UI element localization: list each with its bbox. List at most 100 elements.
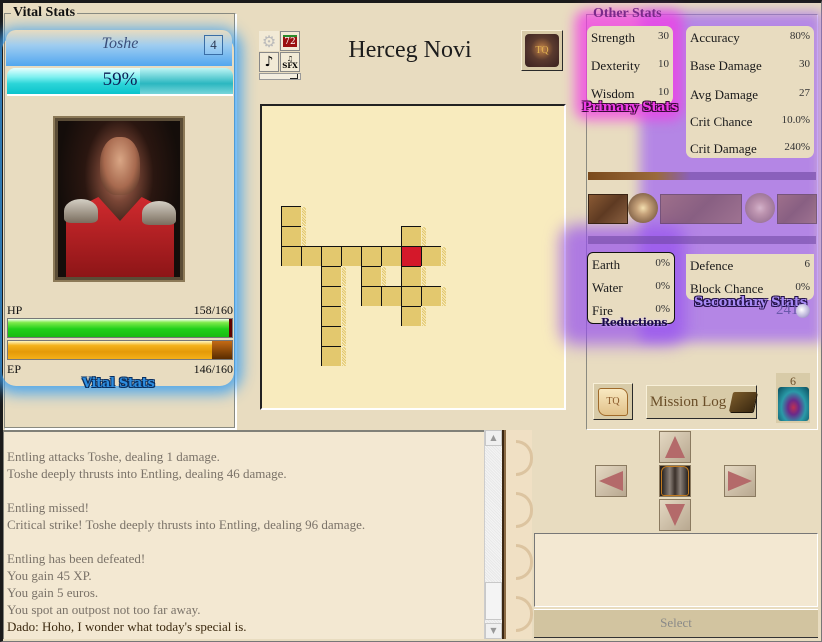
stat-value: 0% xyxy=(655,280,670,292)
potion-slot[interactable]: 6 xyxy=(776,373,810,423)
log-spacer xyxy=(7,533,481,550)
primary-stats-card: Strength 30 Dexterity 10 Wisdom 10 xyxy=(587,26,673,104)
map-cell xyxy=(281,206,306,226)
log-line: You gain 45 XP. xyxy=(7,568,92,583)
location-title: Herceg Novi xyxy=(348,37,472,63)
stat-strength: Strength 30 xyxy=(591,30,669,46)
equipment-button[interactable] xyxy=(659,465,691,497)
stat-accuracy: Accuracy 80% xyxy=(690,30,810,46)
map-cell xyxy=(381,286,406,306)
log-line: Entling attacks Toshe, dealing 1 damage. xyxy=(7,449,220,464)
coin-icon xyxy=(796,304,810,318)
ep-label: EP xyxy=(7,362,22,376)
quest-journal-button[interactable]: TQ xyxy=(521,30,563,71)
stat-value: 240% xyxy=(784,141,810,153)
xp-bar: 59% xyxy=(7,68,233,96)
map-cell xyxy=(281,246,306,266)
character-name: Toshe xyxy=(101,35,139,52)
potion-icon xyxy=(778,387,809,421)
arrow-left-icon xyxy=(599,471,623,491)
volume-slider-handle[interactable] xyxy=(290,74,298,79)
hp-value: 158/160 xyxy=(193,303,233,317)
move-east-button[interactable] xyxy=(724,465,756,497)
map-cell xyxy=(361,286,386,306)
map-cell xyxy=(401,286,426,306)
stat-crit-chance: Crit Chance 10.0% xyxy=(690,114,810,130)
log-scrollbar[interactable]: ▲ ▼ xyxy=(484,430,502,639)
sfx-toggle[interactable]: ♫ SFX xyxy=(280,52,300,72)
stat-value: 80% xyxy=(789,30,810,42)
stat-label: Crit Damage xyxy=(690,141,757,156)
stat-value: 10 xyxy=(658,58,669,70)
log-spacer xyxy=(7,482,481,499)
map-cell xyxy=(321,246,346,266)
map-cell xyxy=(321,266,346,286)
stat-label: Water xyxy=(592,280,623,295)
arrow-up-icon xyxy=(665,436,685,458)
ornament-tile xyxy=(588,194,628,224)
vital-stats-tag: Vital Stats xyxy=(82,376,155,391)
combat-log[interactable]: Entling attacks Toshe, dealing 1 damage.… xyxy=(3,430,484,639)
reductions-tag: Reductions xyxy=(601,316,668,329)
stat-label: Dexterity xyxy=(591,58,641,73)
ep-value: 146/160 xyxy=(193,362,233,376)
ep-bar xyxy=(7,340,233,360)
vital-stats-legend: Vital Stats xyxy=(11,5,78,21)
map-cell xyxy=(421,286,446,306)
medallion-icon xyxy=(628,193,658,223)
log-line: Critical strike! Toshe deeply thrusts in… xyxy=(7,517,366,532)
move-south-button[interactable] xyxy=(659,499,691,531)
map-cell xyxy=(361,266,386,286)
map-cell xyxy=(341,246,366,266)
stat-label: Earth xyxy=(592,257,621,272)
minimap[interactable] xyxy=(260,104,566,410)
map-cell xyxy=(381,246,406,266)
medallion-icon xyxy=(745,193,775,223)
stat-value: 10.0% xyxy=(781,114,810,126)
arrow-right-icon xyxy=(728,471,752,491)
arrow-down-icon xyxy=(665,504,685,526)
stat-water: Water 0% xyxy=(592,280,670,296)
stat-label: Crit Chance xyxy=(690,114,753,129)
log-line: Entling has been defeated! xyxy=(7,551,146,566)
scroll-down-button[interactable]: ▼ xyxy=(485,623,502,639)
log-line: Entling missed! xyxy=(7,500,89,515)
selection-list[interactable] xyxy=(534,533,818,607)
stat-value: 0% xyxy=(655,257,670,269)
stat-label: Defence xyxy=(690,258,734,273)
stat-value: 27 xyxy=(799,87,810,99)
move-west-button[interactable] xyxy=(595,465,627,497)
hp-label: HP xyxy=(7,303,23,317)
stat-crit-damage: Crit Damage 240% xyxy=(690,141,810,157)
stat-label: Strength xyxy=(591,30,636,45)
ornament-divider xyxy=(588,236,816,244)
mission-log-button[interactable]: Mission Log xyxy=(646,385,758,419)
map-cell xyxy=(401,306,426,326)
character-portrait[interactable] xyxy=(53,116,185,282)
armor-icon xyxy=(661,466,689,496)
log-line-dialogue: Dado: Hoho, I wonder what today's specia… xyxy=(7,619,247,634)
map-cell xyxy=(321,306,346,326)
stat-avg-damage: Avg Damage 27 xyxy=(690,87,810,103)
quest-scroll-button[interactable]: TQ xyxy=(593,383,633,420)
book-icon xyxy=(729,392,758,412)
ornament-divider xyxy=(588,172,816,180)
volume-slider[interactable] xyxy=(259,73,301,80)
stat-value: 30 xyxy=(799,58,810,70)
day-counter-button[interactable]: 72 xyxy=(280,31,300,51)
map-cell xyxy=(321,326,346,346)
log-line: You gain 5 euros. xyxy=(7,585,99,600)
scroll-thumb[interactable] xyxy=(485,582,502,620)
hp-bar xyxy=(7,318,233,338)
stat-label: Avg Damage xyxy=(690,87,758,102)
scroll-up-button[interactable]: ▲ xyxy=(485,430,502,446)
settings-gear-icon[interactable]: ⚙ xyxy=(259,31,279,51)
ep-bar-fill xyxy=(8,341,213,359)
select-button[interactable]: Select xyxy=(534,609,818,638)
xp-percent: 59% xyxy=(102,69,138,90)
stat-defence: Defence 6 xyxy=(690,258,810,274)
map-cell xyxy=(401,266,426,286)
music-note-icon[interactable]: ♪ xyxy=(259,52,279,72)
map-cell-current xyxy=(401,246,426,266)
move-north-button[interactable] xyxy=(659,431,691,463)
